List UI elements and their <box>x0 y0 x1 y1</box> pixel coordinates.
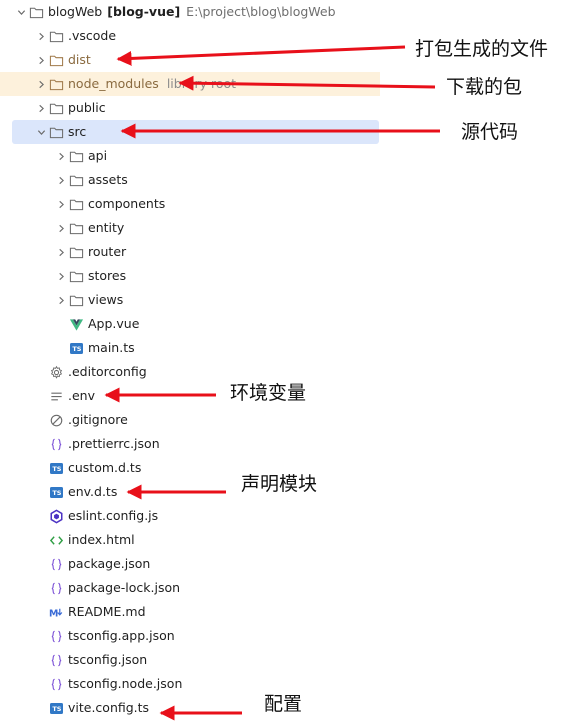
annotation-arrows <box>104 45 440 721</box>
annotation-arrow <box>116 45 406 66</box>
annotation-arrow <box>178 75 436 91</box>
